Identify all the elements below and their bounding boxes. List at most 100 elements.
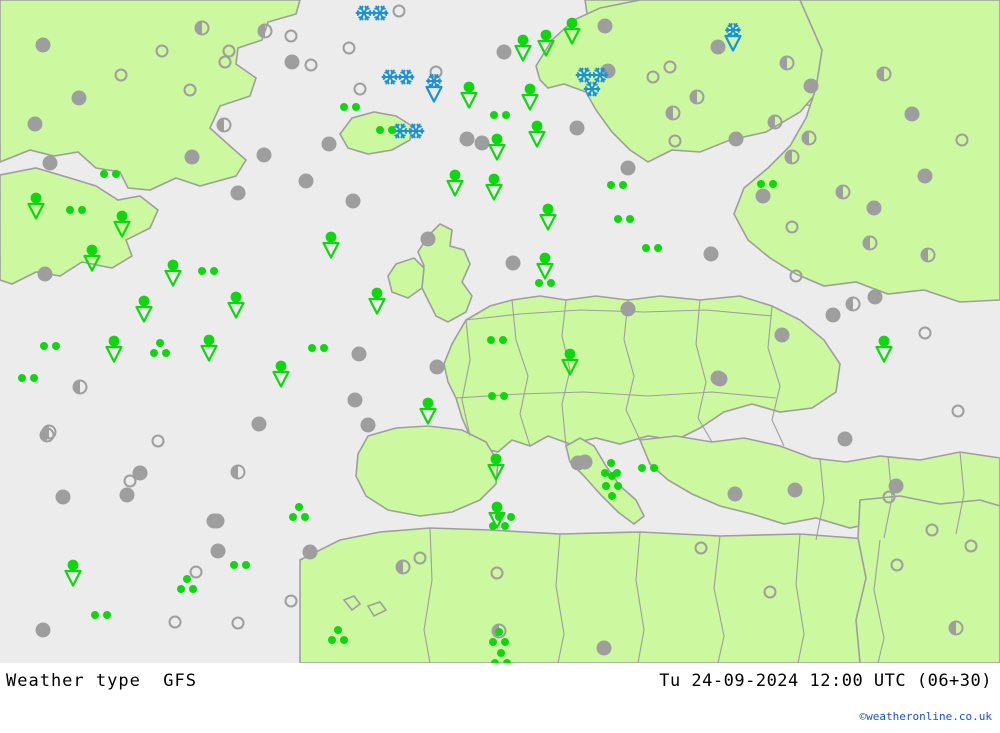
moderate-rain-dots-icon	[491, 649, 511, 663]
rain-dot	[91, 611, 99, 619]
rain-shower-icon	[444, 167, 466, 197]
weather-map[interactable]	[0, 0, 1000, 663]
overcast-circle-icon	[712, 371, 728, 387]
clear-sky-circle-icon	[490, 566, 504, 580]
overcast-circle-icon	[230, 185, 246, 201]
rain-shower-icon	[62, 557, 84, 587]
clear-sky-circle-icon	[183, 83, 197, 97]
snow-flakes-icon	[381, 68, 415, 88]
overcast-circle-icon	[35, 622, 51, 638]
light-rain-dots-icon	[198, 267, 218, 275]
rain-dot	[626, 215, 634, 223]
partly-cloudy-circle-icon	[801, 130, 817, 146]
overcast-circle-icon	[37, 266, 53, 282]
rain-dot	[183, 575, 191, 583]
partly-cloudy-circle-icon	[72, 379, 88, 395]
light-rain-dots-icon	[607, 181, 627, 189]
rain-dot	[30, 374, 38, 382]
rain-dot	[769, 180, 777, 188]
rain-dot	[608, 492, 616, 500]
overcast-circle-icon	[210, 543, 226, 559]
snow-flakes-icon	[575, 66, 609, 98]
clear-sky-circle-icon	[951, 404, 965, 418]
snow-shower-icon	[722, 22, 744, 52]
rain-dot	[289, 513, 297, 521]
rain-dot	[490, 111, 498, 119]
rain-shower-icon	[512, 32, 534, 62]
rain-shower-icon	[111, 208, 133, 238]
moderate-rain-dots-icon	[328, 626, 348, 644]
heavy-rain-dots-icon	[602, 472, 622, 500]
partly-cloudy-circle-icon	[767, 114, 783, 130]
overcast-circle-icon	[42, 155, 58, 171]
rain-dot	[112, 170, 120, 178]
overcast-circle-icon	[284, 54, 300, 70]
rain-dot	[100, 170, 108, 178]
copyright-notice[interactable]: ©weatheronline.co.uk	[860, 710, 992, 723]
overcast-circle-icon	[570, 455, 586, 471]
partly-cloudy-circle-icon	[784, 149, 800, 165]
light-rain-dots-icon	[18, 374, 38, 382]
clear-sky-circle-icon	[890, 558, 904, 572]
clear-sky-circle-icon	[663, 60, 677, 74]
rain-dot	[295, 503, 303, 511]
overcast-circle-icon	[351, 346, 367, 362]
partly-cloudy-circle-icon	[779, 55, 795, 71]
clear-sky-circle-icon	[155, 44, 169, 58]
clear-sky-circle-icon	[284, 594, 298, 608]
overcast-circle-icon	[620, 301, 636, 317]
clear-sky-circle-icon	[231, 616, 245, 630]
partly-cloudy-circle-icon	[948, 620, 964, 636]
rain-dot	[607, 181, 615, 189]
rain-dot	[40, 342, 48, 350]
rain-dot	[78, 206, 86, 214]
rain-shower-icon	[486, 131, 508, 161]
rain-shower-icon	[458, 79, 480, 109]
clear-sky-circle-icon	[789, 269, 803, 283]
rain-dot	[497, 649, 505, 657]
rain-dot	[654, 244, 662, 252]
rain-dot	[150, 349, 158, 357]
overcast-circle-icon	[825, 307, 841, 323]
overcast-circle-icon	[345, 193, 361, 209]
overcast-circle-icon	[837, 431, 853, 447]
rain-dot	[210, 267, 218, 275]
rain-shower-icon	[417, 395, 439, 425]
overcast-circle-icon	[620, 160, 636, 176]
light-rain-dots-icon	[488, 392, 508, 400]
clear-sky-circle-icon	[785, 220, 799, 234]
clear-sky-circle-icon	[694, 541, 708, 555]
overcast-circle-icon	[569, 120, 585, 136]
rain-dot	[328, 636, 336, 644]
rain-dot	[488, 392, 496, 400]
overcast-circle-icon	[132, 465, 148, 481]
rain-dot	[18, 374, 26, 382]
partly-cloudy-circle-icon	[862, 235, 878, 251]
clear-sky-circle-icon	[646, 70, 660, 84]
overcast-circle-icon	[727, 486, 743, 502]
clear-sky-circle-icon	[392, 4, 406, 18]
rain-shower-icon	[561, 15, 583, 45]
light-rain-dots-icon	[230, 561, 250, 569]
clear-sky-circle-icon	[925, 523, 939, 537]
rain-dot	[334, 626, 342, 634]
rain-shower-icon	[526, 118, 548, 148]
light-rain-dots-icon	[535, 279, 555, 287]
overcast-circle-icon	[347, 392, 363, 408]
overcast-circle-icon	[755, 188, 771, 204]
overcast-circle-icon	[35, 37, 51, 53]
rain-shower-icon	[537, 201, 559, 231]
rain-dot	[301, 513, 309, 521]
rain-shower-icon	[519, 81, 541, 111]
overcast-circle-icon	[429, 359, 445, 375]
partly-cloudy-circle-icon	[39, 427, 55, 443]
rain-shower-icon	[366, 285, 388, 315]
light-rain-dots-icon	[487, 336, 507, 344]
rain-shower-icon	[270, 358, 292, 388]
rain-dot	[376, 126, 384, 134]
rain-dot	[500, 392, 508, 400]
rain-dot	[340, 636, 348, 644]
overcast-circle-icon	[55, 489, 71, 505]
rain-dot	[388, 126, 396, 134]
clear-sky-circle-icon	[882, 490, 896, 504]
